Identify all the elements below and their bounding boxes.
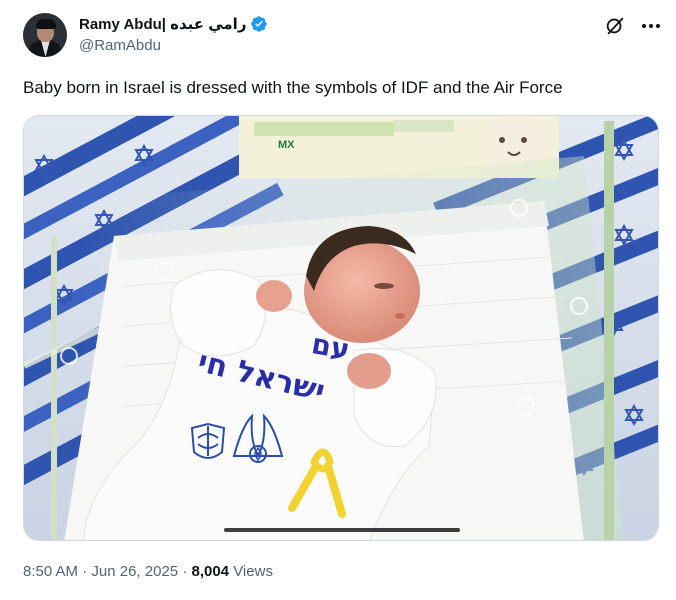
views-count: 8,004 [191,563,230,580]
grok-icon[interactable] [604,15,626,37]
tweet-time: 8:50 AM [23,563,79,580]
tweet-date: Jun 26, 2025 [91,563,179,580]
svg-text:MX: MX [278,139,295,151]
idf-emblem-icon [190,422,226,459]
baby-photo-image: MX עם ישראל חי [24,116,658,540]
tweet-text: Baby born in Israel is dressed with the … [23,78,563,97]
views-label: Views [233,563,273,580]
meta-separator: · [82,563,88,580]
tweet-meta: 8:50 AM · Jun 26, 2025 · 8,004 Views [23,563,273,580]
author-display-name[interactable]: Ramy Abdu| رامي عبده [79,15,246,33]
author-handle[interactable]: @RamAbdu [79,37,161,54]
tweet-time-link[interactable]: 8:50 AM · Jun 26, 2025 [23,563,178,580]
more-options-icon[interactable] [640,15,662,37]
author-name-row: Ramy Abdu| رامي عبده [79,13,268,35]
meta-separator-2: · [182,563,188,580]
author-avatar[interactable] [23,13,67,57]
verified-badge-icon [251,16,268,32]
onesie-text-line1: עם [309,327,352,366]
tweet: Ramy Abdu| رامي عبده @RamAbdu Baby born … [0,0,676,600]
tweet-photo[interactable]: MX עם ישראל חי [23,115,659,541]
